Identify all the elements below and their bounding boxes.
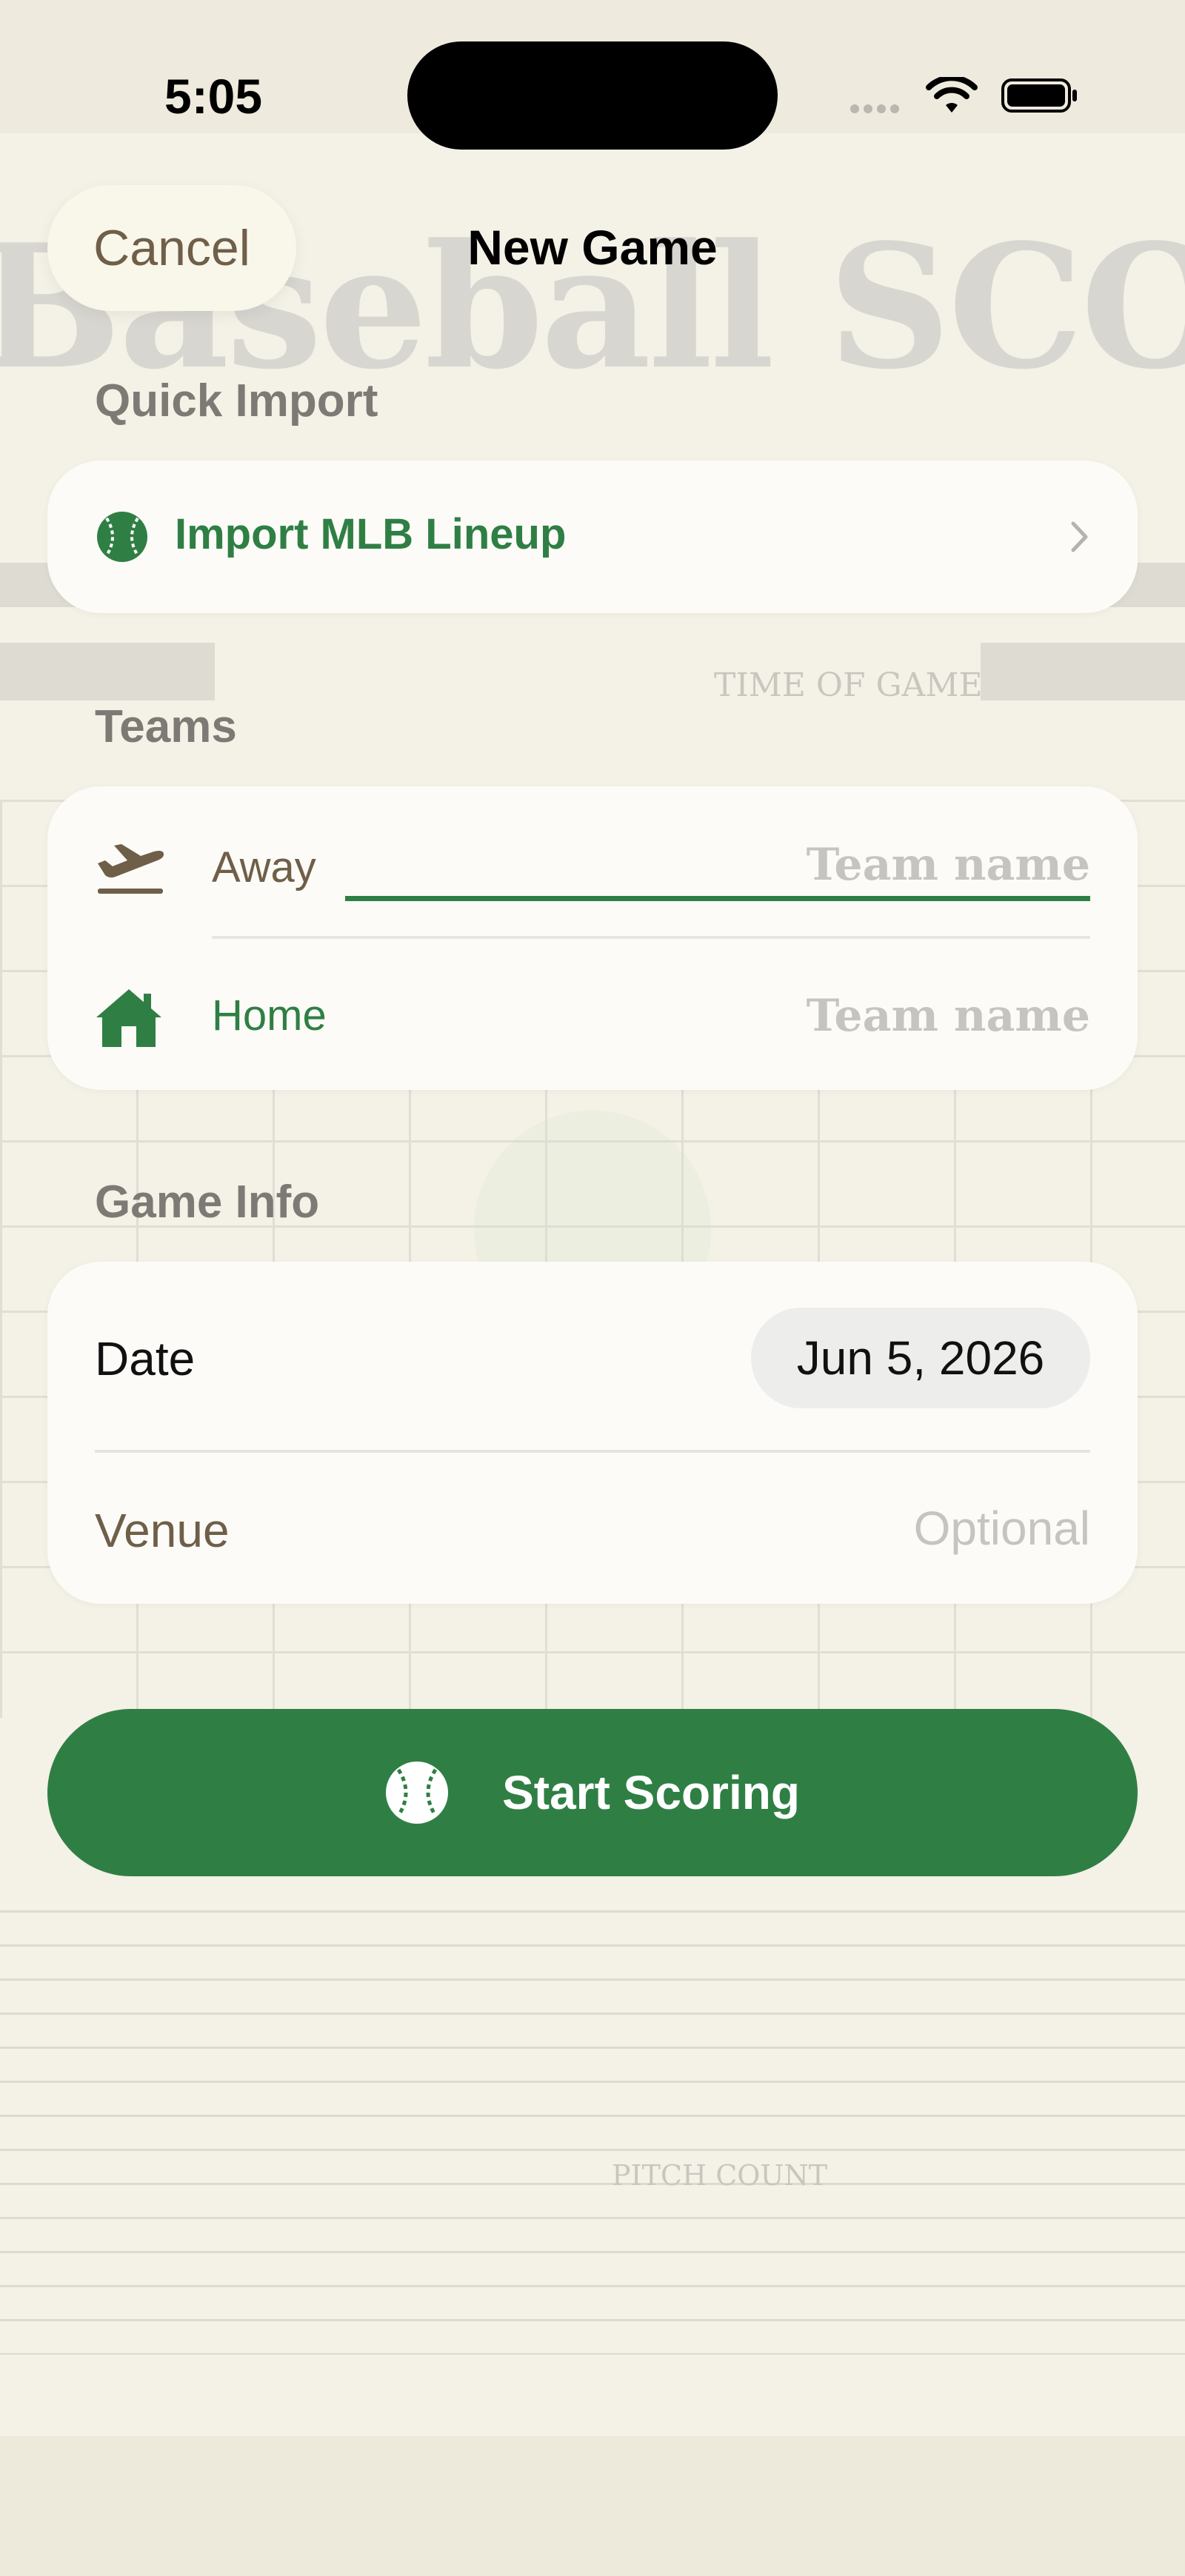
venue-input[interactable] — [492, 1493, 1090, 1564]
start-scoring-label: Start Scoring — [502, 1766, 800, 1819]
chevron-right-icon — [1071, 521, 1088, 552]
airplane-departure-icon — [98, 844, 164, 894]
section-title-quick-import: Quick Import — [95, 375, 378, 426]
divider — [95, 1450, 1090, 1453]
divider — [212, 936, 1090, 939]
away-input-focus-underline — [345, 896, 1090, 901]
section-title-game-info: Game Info — [95, 1177, 320, 1228]
dynamic-island — [407, 41, 778, 150]
import-mlb-lineup-label: Import MLB Lineup — [175, 510, 567, 558]
wifi-icon — [926, 77, 978, 113]
baseball-icon — [386, 1762, 449, 1824]
date-picker-button[interactable]: Jun 5, 2026 — [751, 1308, 1090, 1408]
background-pitch-count-label: PITCH COUNT — [612, 2159, 828, 2192]
date-label: Date — [95, 1332, 196, 1385]
page-title: New Game — [467, 220, 718, 275]
game-info-card: Date Jun 5, 2026 Venue — [47, 1262, 1138, 1604]
away-team-label: Away — [212, 843, 316, 891]
house-icon — [96, 989, 161, 1047]
background-bottom-band — [0, 2436, 1185, 2576]
import-mlb-lineup-row[interactable]: Import MLB Lineup — [47, 461, 1138, 613]
background-bar — [981, 643, 1185, 700]
venue-label: Venue — [95, 1504, 230, 1557]
background-ruled-lines — [0, 1910, 1185, 2355]
teams-card: Away Home — [47, 786, 1138, 1090]
home-team-label: Home — [212, 991, 327, 1040]
cellular-signal-icon — [850, 104, 907, 114]
battery-icon — [1001, 78, 1077, 113]
status-bar-time: 5:05 — [164, 69, 263, 124]
baseball-icon — [97, 512, 147, 562]
background-bar — [0, 643, 215, 700]
section-title-teams: Teams — [95, 701, 237, 752]
home-team-name-input[interactable] — [345, 980, 1090, 1051]
start-scoring-button[interactable]: Start Scoring — [47, 1709, 1138, 1876]
away-team-name-input[interactable] — [345, 829, 1090, 900]
background-time-of-game-label: TIME OF GAME — [714, 666, 983, 704]
